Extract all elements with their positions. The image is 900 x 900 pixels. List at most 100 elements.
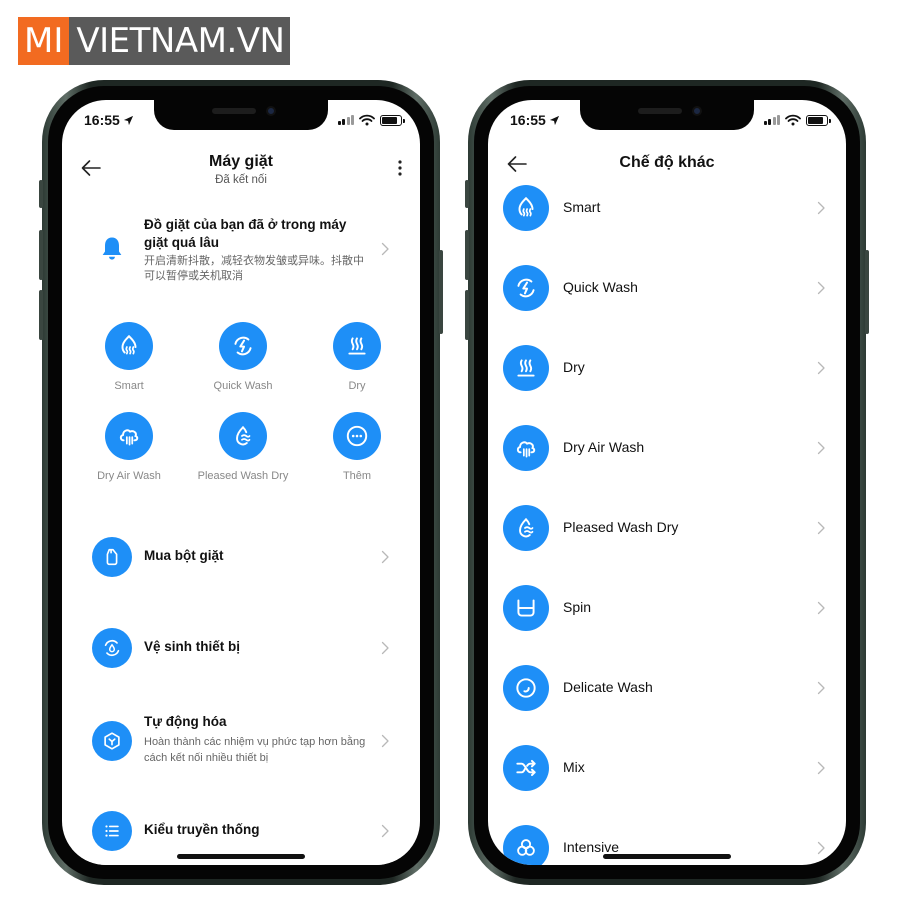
site-logo: MI VIETNAM.VN [18,17,291,65]
pleased-wash-dry-icon [230,423,256,449]
chevron-right-icon [817,521,826,535]
phone-left: 16:55 Máy giặt Đã kết nối Đồ giặt của bạ… [39,80,443,885]
row-description: Hoàn thành các nhiệm vụ phức tạp hơn bằn… [144,736,366,764]
chevron-right-icon [381,824,390,838]
mode-label: Smart [114,380,144,392]
location-icon [549,115,560,126]
more-options-icon[interactable] [394,158,406,178]
volume-down-button [39,290,43,340]
home-indicator[interactable] [603,854,731,859]
mode-label: Spin [563,599,592,615]
phone-right: 16:55 Chế độ khác Smart Quick Wash Dry D… [465,80,869,885]
mode-label: Delicate Wash [563,679,653,695]
mode-item-smart[interactable]: Smart [488,178,846,238]
row-title: Kiểu truyền thống [144,822,260,837]
mode-item-delicate-wash[interactable]: Delicate Wash [488,658,846,718]
mode-label: Thêm [342,470,372,482]
detergent-icon [101,546,123,568]
mode-item-dry-air-wash[interactable]: Dry Air Wash [488,418,846,478]
quick-wash-icon [230,333,256,359]
wifi-icon [785,114,801,126]
mix-icon [513,755,539,781]
logo-vietnam-vn: VIETNAM.VN [69,17,291,65]
volume-up-button [465,230,469,280]
mode-dry[interactable]: Dry [302,322,412,392]
notice-description: 开启清新抖散，减轻衣物发皱或异味。抖散中可以暂停或关机取消 [144,255,364,282]
washer-home-screen: 16:55 Máy giặt Đã kết nối Đồ giặt của bạ… [62,100,420,865]
mode-quick-wash[interactable]: Quick Wash [188,322,298,392]
notch [580,100,754,130]
connection-status: Đã kết nối [215,174,267,186]
mode-label: Quick Wash [563,279,638,295]
mode-label: Quick Wash [213,380,273,392]
mode-more[interactable]: Thêm [302,412,412,482]
chevron-right-icon [817,361,826,375]
chevron-right-icon [817,441,826,455]
mode-label: Dry Air Wash [563,439,645,455]
mode-item-spin[interactable]: Spin [488,578,846,638]
power-button [439,250,443,334]
mode-dry-air-wash[interactable]: Dry Air Wash [74,412,184,482]
chevron-right-icon [381,641,390,655]
mode-pleased-wash-dry[interactable]: Pleased Wash Dry [188,412,298,482]
dry-air-wash-icon [116,423,142,449]
automation-row[interactable]: Tự động hóa Hoàn thành các nhiệm vụ phức… [72,700,410,782]
chevron-right-icon [817,201,826,215]
cellular-signal-icon [337,115,354,125]
battery-icon [380,114,405,126]
list-icon [101,820,123,842]
location-icon [123,115,134,126]
chevron-right-icon [817,681,826,695]
chevron-right-icon [381,242,390,256]
bell-icon [102,237,122,260]
smart-wash-icon [116,333,142,359]
pleased-wash-dry-icon [513,515,539,541]
quick-wash-icon [513,275,539,301]
page-title: Máy giặt [208,153,273,170]
wifi-icon [359,114,375,126]
smart-wash-icon [513,195,539,221]
delicate-wash-icon [513,675,539,701]
dry-icon [344,333,370,359]
mode-item-pleased-wash-dry[interactable]: Pleased Wash Dry [488,498,846,558]
mode-item-quick-wash[interactable]: Quick Wash [488,258,846,318]
row-title: Vệ sinh thiết bị [144,639,241,654]
volume-down-button [465,290,469,340]
mode-label: Pleased Wash Dry [563,519,679,535]
clean-device-icon [101,637,123,659]
chevron-right-icon [817,761,826,775]
chevron-right-icon [381,734,390,748]
chevron-right-icon [817,601,826,615]
notice-title: Đồ giặt của bạn đã ở trong máy giặt quá … [144,217,347,250]
mode-label: Dry Air Wash [97,470,161,482]
power-button [865,250,869,334]
logo-mi: MI [18,17,70,65]
chevron-right-icon [381,550,390,564]
chevron-right-icon [817,281,826,295]
spin-icon [513,595,539,621]
intensive-icon [513,835,539,861]
chevron-right-icon [817,841,826,855]
mode-label: Intensive [563,839,620,855]
mode-smart[interactable]: Smart [74,322,184,392]
row-title: Mua bột giặt [144,548,224,563]
battery-icon [806,114,831,126]
mode-label: Dry [563,359,585,375]
dry-icon [513,355,539,381]
status-time: 16:55 [510,112,546,128]
mode-label: Smart [563,199,601,215]
automation-icon [101,730,123,752]
other-modes-screen: 16:55 Chế độ khác Smart Quick Wash Dry D… [488,100,846,865]
clean-device-row[interactable]: Vệ sinh thiết bị [72,609,410,687]
buy-detergent-row[interactable]: Mua bột giặt [72,518,410,596]
volume-up-button [39,230,43,280]
laundry-notice-card[interactable]: Đồ giặt của bạn đã ở trong máy giặt quá … [72,206,410,292]
silent-switch [39,180,43,208]
mode-item-dry[interactable]: Dry [488,338,846,398]
more-icon [344,423,370,449]
status-time: 16:55 [84,112,120,128]
quick-modes-grid: Smart Quick Wash Dry Dry Air Wash Please… [72,306,410,504]
cellular-signal-icon [763,115,780,125]
home-indicator[interactable] [177,854,305,859]
mode-item-mix[interactable]: Mix [488,738,846,798]
